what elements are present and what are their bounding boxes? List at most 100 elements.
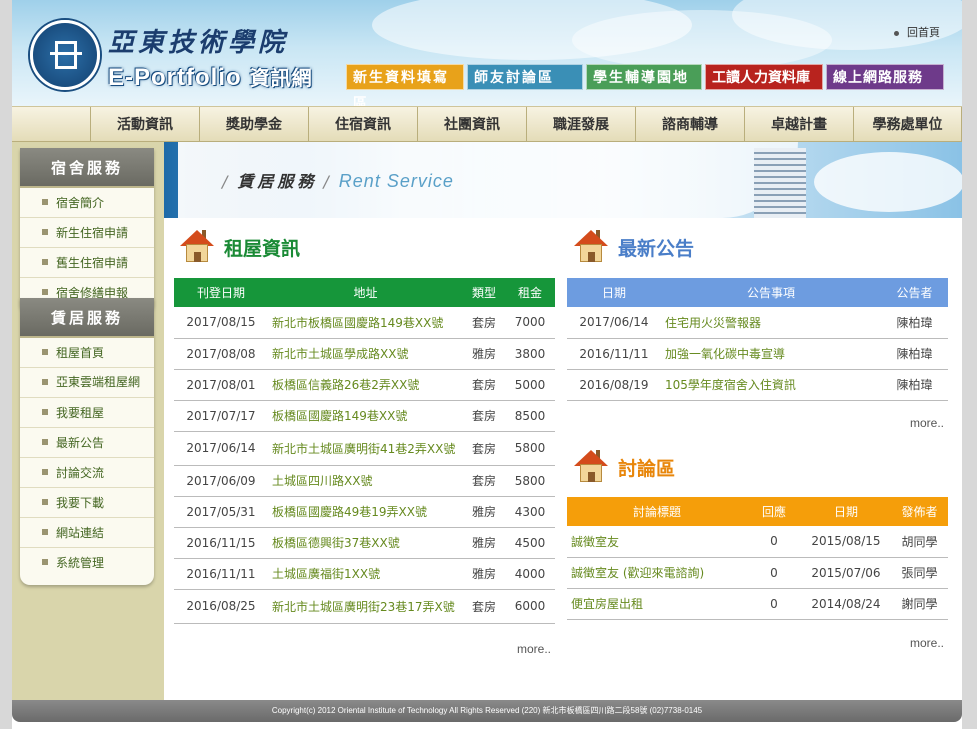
table-cell: 2015/07/06: [801, 557, 891, 589]
row-link[interactable]: 新北市土城區學成路XX號: [268, 338, 463, 370]
table-cell: 2016/11/11: [567, 338, 661, 370]
column-header: 公告事項: [661, 278, 881, 307]
nav-item-activities[interactable]: 活動資訊: [90, 107, 199, 141]
column-header: 類型: [463, 278, 505, 307]
table-cell: 2017/05/31: [174, 496, 268, 528]
table-row: 2017/07/17 板橋區國慶路149巷XX號 套房 8500: [174, 400, 555, 432]
table-cell: 0: [747, 588, 801, 620]
bullet-icon: [42, 559, 48, 565]
table-cell: 2016/11/15: [174, 527, 268, 559]
row-link[interactable]: 板橋區德興街37巷XX號: [268, 527, 463, 559]
sidebar-item-dorm-intro[interactable]: 宿舍簡介: [20, 188, 154, 218]
table-cell: 5000: [505, 369, 555, 401]
table-row: 2016/11/15 板橋區德興街37巷XX號 雅房 4500: [174, 527, 555, 559]
table-row: 2017/08/08 新北市土城區學成路XX號 雅房 3800: [174, 338, 555, 370]
table-cell: 2016/11/11: [174, 558, 268, 590]
sidebar-rent-box: 賃居服務 租屋首頁 亞東雲端租屋網 我要租屋 最新公告 討論交流 我要下載 網站…: [20, 298, 154, 585]
notices-more-link[interactable]: more..: [910, 416, 944, 430]
table-cell: 2016/08/19: [567, 369, 661, 401]
nav-item-counseling[interactable]: 諮商輔導: [635, 107, 744, 141]
table-cell: 2017/06/14: [174, 431, 268, 466]
nav-item-excellence[interactable]: 卓越計畫: [744, 107, 853, 141]
page-banner: / 賃居服務 / Rent Service: [164, 142, 962, 218]
row-link[interactable]: 新北市板橋區國慶路149巷XX號: [268, 307, 463, 339]
sidebar-item-label: 新生住宿申請: [56, 226, 129, 240]
table-row: 2017/08/01 板橋區信義路26巷2弄XX號 套房 5000: [174, 369, 555, 401]
row-link[interactable]: 便宜房屋出租: [567, 588, 747, 620]
bullet-icon: [42, 469, 48, 475]
row-link[interactable]: 板橋區國慶路149巷XX號: [268, 400, 463, 432]
nav-item-housing[interactable]: 住宿資訊: [308, 107, 417, 141]
row-link[interactable]: 土城區廣福街1XX號: [268, 558, 463, 590]
table-cell: 雅房: [463, 527, 505, 559]
row-link[interactable]: 板橋區信義路26巷2弄XX號: [268, 369, 463, 401]
top-button-counseling[interactable]: 學生輔導園地: [586, 64, 702, 90]
table-cell: 2016/08/25: [174, 589, 268, 624]
bullet-icon: [42, 349, 48, 355]
notices-table-body: 2017/06/14 住宅用火災警報器 陳柏瑋 2016/11/11 加強一氧化碳中毒宣…: [567, 307, 948, 401]
table-cell: 4500: [505, 527, 555, 559]
table-cell: 張同學: [891, 557, 948, 589]
sidebar-item-old-student-apply[interactable]: 舊生住宿申請: [20, 248, 154, 278]
forum-table: 討論標題 回應 日期 發佈者 誠徵室友 0 2015/08/15 胡同學 誠徵室友 (歡迎來電…: [567, 497, 948, 620]
column-header: 回應: [747, 497, 801, 526]
sidebar-item-want-rent[interactable]: 我要租屋: [20, 398, 154, 428]
row-link[interactable]: 住宅用火災警報器: [661, 307, 881, 339]
table-cell: 0: [747, 526, 801, 558]
sidebar-item-rent-home[interactable]: 租屋首頁: [20, 338, 154, 368]
row-link[interactable]: 新北市土城區廣明街41巷2弄XX號: [268, 431, 463, 466]
row-link[interactable]: 誠徵室友: [567, 526, 747, 558]
table-row: 2017/08/15 新北市板橋區國慶路149巷XX號 套房 7000: [174, 307, 555, 339]
nav-item-scholarships[interactable]: 獎助學金: [199, 107, 308, 141]
bullet-icon: [42, 439, 48, 445]
site-name: E-Portfolio 資訊網: [108, 62, 313, 92]
nav-item-clubs[interactable]: 社團資訊: [417, 107, 526, 141]
site-name-main: E-Portfolio: [108, 64, 242, 91]
top-button-workstudy[interactable]: 工讀人力資料庫: [705, 64, 823, 90]
school-logo[interactable]: [30, 20, 100, 90]
table-header-row: 日期 公告事項 公告者: [567, 278, 948, 307]
sidebar-item-download[interactable]: 我要下載: [20, 488, 154, 518]
nav-item-career[interactable]: 職涯發展: [526, 107, 635, 141]
table-cell: 謝同學: [891, 588, 948, 620]
top-button-online-service[interactable]: 線上網路服務: [826, 64, 944, 90]
bullet-icon: [42, 409, 48, 415]
sidebar-item-news[interactable]: 最新公告: [20, 428, 154, 458]
sidebar-item-new-student-apply[interactable]: 新生住宿申請: [20, 218, 154, 248]
rent-more-link[interactable]: more..: [517, 642, 551, 656]
table-cell: 2017/06/14: [567, 307, 661, 339]
sidebar-item-links[interactable]: 網站連結: [20, 518, 154, 548]
sidebar-item-label: 網站連結: [56, 526, 105, 540]
column-header: 日期: [801, 497, 891, 526]
rent-info-title: 租屋資訊: [178, 228, 300, 266]
page-frame: 亞東技術學院 E-Portfolio 資訊網 回首頁 新生資料填寫區 師友討論區 …: [12, 0, 963, 729]
table-cell: 4000: [505, 558, 555, 590]
nav-item-student-affairs[interactable]: 學務處單位: [853, 107, 963, 141]
row-link[interactable]: 105學年度宿舍入住資訊: [661, 369, 881, 401]
row-link[interactable]: 誠徵室友 (歡迎來電諮詢): [567, 557, 747, 589]
home-link[interactable]: 回首頁: [894, 24, 940, 40]
forum-more-link[interactable]: more..: [910, 636, 944, 650]
top-button-forum[interactable]: 師友討論區: [467, 64, 583, 90]
row-link[interactable]: 新北市土城區廣明街23巷17弄X號: [268, 589, 463, 624]
bullet-icon: [42, 499, 48, 505]
column-header: 討論標題: [567, 497, 747, 526]
table-cell: 套房: [463, 369, 505, 401]
table-cell: 陳柏瑋: [881, 307, 948, 339]
sidebar-item-discussion[interactable]: 討論交流: [20, 458, 154, 488]
table-row: 2017/06/09 土城區四川路XX號 套房 5800: [174, 465, 555, 497]
sidebar-item-admin[interactable]: 系統管理: [20, 548, 154, 585]
table-cell: 套房: [463, 589, 505, 624]
footer: Copyright(c) 2012 Oriental Institute of …: [12, 700, 962, 722]
sidebar: 宿舍服務 宿舍簡介 新生住宿申請 舊生住宿申請 宿舍修繕申報 賃居服務 租屋首頁…: [12, 142, 164, 700]
row-link[interactable]: 土城區四川路XX號: [268, 465, 463, 497]
row-link[interactable]: 板橋區國慶路49巷19弄XX號: [268, 496, 463, 528]
sidebar-item-cloud-rent[interactable]: 亞東雲端租屋網: [20, 368, 154, 398]
row-link[interactable]: 加強一氧化碳中毒宣導: [661, 338, 881, 370]
sidebar-item-label: 租屋首頁: [56, 346, 105, 360]
rent-info-title-label: 租屋資訊: [224, 237, 301, 260]
table-cell: 雅房: [463, 558, 505, 590]
table-cell: 2014/08/24: [801, 588, 891, 620]
top-button-new-student[interactable]: 新生資料填寫區: [346, 64, 464, 106]
table-cell: 3800: [505, 338, 555, 370]
